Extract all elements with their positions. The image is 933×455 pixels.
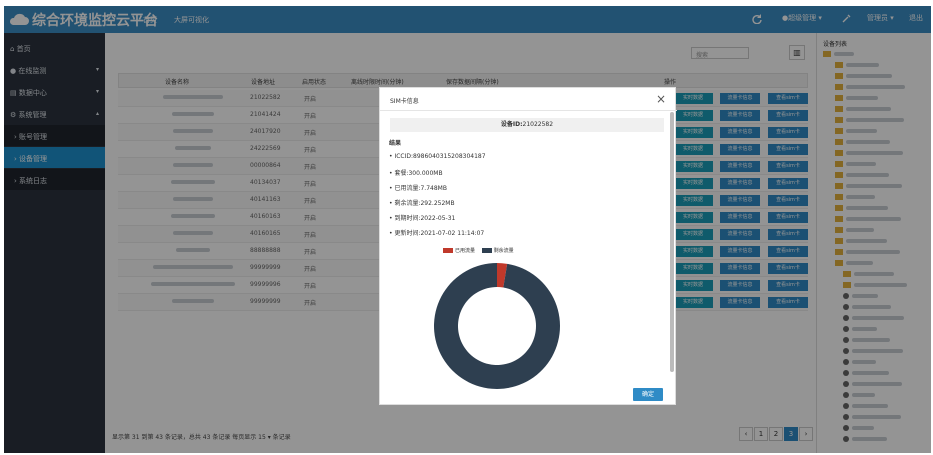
close-icon[interactable]: × — [656, 92, 666, 106]
divider — [380, 110, 677, 111]
device-id-bar: 设备ID:21022582 — [390, 118, 664, 132]
legend-swatch-used — [443, 248, 453, 253]
usage-donut-chart — [434, 263, 560, 389]
device-id-value: 21022582 — [522, 121, 554, 128]
modal-scrollbar[interactable] — [670, 112, 674, 372]
update-item: • 更新时间:2021-07-02 11:14:07 — [389, 230, 485, 237]
legend-swatch-remain — [481, 248, 492, 253]
modal-title: SIM卡信息 — [390, 98, 419, 105]
sim-info-modal: SIM卡信息 × 设备ID:21022582 结果 • ICCID:898604… — [379, 87, 677, 405]
plan-item: • 套餐:300.000MB — [389, 170, 443, 177]
legend-remain: 剩余流量 — [493, 248, 514, 254]
used-item: • 已用流量:7.748MB — [389, 185, 447, 192]
iccid-item: • ICCID:8986040315208304187 — [389, 153, 486, 160]
expire-item: • 到期时间:2022-05-31 — [389, 215, 456, 222]
ok-button[interactable]: 确定 — [633, 388, 663, 401]
device-id-label: 设备ID: — [500, 121, 523, 128]
result-heading: 结果 — [389, 140, 402, 147]
slice-remaining — [434, 263, 560, 389]
legend-used: 已用流量 — [455, 248, 476, 254]
remain-item: • 剩余流量:292.252MB — [389, 200, 455, 207]
